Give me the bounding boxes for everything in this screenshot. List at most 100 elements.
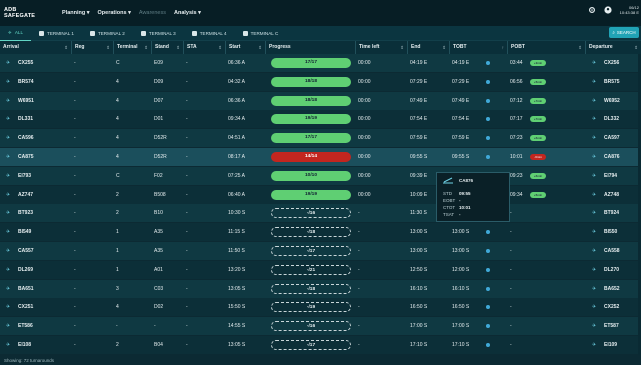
table-row[interactable]: ✈ CA596 - 4 D52R - 04:51 A 00:00 07:59 E 07:59 E 0… xyxy=(0,129,641,148)
table-row[interactable]: ✈ BA651 - 3 C03 - 13:05 S - 16:10 S 16:10 S - BA652… xyxy=(0,279,641,298)
progress-pill[interactable]: -/18 xyxy=(271,227,351,238)
col-pobt[interactable]: POBT ⇕ xyxy=(508,41,586,54)
table-row[interactable]: ✈ CA875 - 4 D52R - 08:17 A 00:00 09:55 S 09:55 S 1… xyxy=(0,148,641,166)
progress-pill[interactable]: 14/14 xyxy=(271,152,351,162)
table-row[interactable]: ✈ ET586 - - - - 14:55 S - 17:00 S 17:00 S - ET587 ✈ -… xyxy=(0,317,641,336)
info-icon[interactable] xyxy=(486,79,490,84)
departure-plane-icon: ✈ xyxy=(592,210,597,217)
progress-pill[interactable]: -/18 xyxy=(271,283,351,294)
nav-analysis[interactable]: Analysis ▾ xyxy=(174,10,201,16)
table-row[interactable]: ✈AZ747-2B508-06:40 A00:0010:09 E10:09 E0… xyxy=(0,185,641,204)
departure-plane-icon: ✈ xyxy=(592,97,597,104)
cell-pobt: 07:23 xyxy=(510,135,523,142)
cell-sta: - xyxy=(186,285,188,292)
cell-start: 14:55 S xyxy=(228,323,246,330)
col-reg[interactable]: Reg ⇕ xyxy=(72,41,114,54)
cell-tobt: 07:54 E xyxy=(452,116,470,123)
cell-arr: ET586 xyxy=(18,323,33,330)
col-start[interactable]: Start ⇕ xyxy=(226,41,266,54)
progress-pill[interactable]: 19/19 xyxy=(271,189,351,200)
table-row[interactable]: ✈ W6951 - 4 D07 - 06:36 A 00:00 07:49 E 07:49 E 07… xyxy=(0,91,641,110)
info-icon[interactable] xyxy=(486,117,490,122)
info-icon[interactable] xyxy=(486,230,490,235)
progress-pill[interactable]: 19/19 xyxy=(271,114,351,125)
info-icon[interactable] xyxy=(486,98,490,103)
col-arrival[interactable]: Arrival ⇕ xyxy=(0,41,72,54)
progress-pill[interactable]: 18/18 xyxy=(271,95,351,106)
cell-arr: CX255 xyxy=(18,60,34,66)
nav-planning[interactable]: Planning ▾ xyxy=(62,10,90,16)
col-tobt[interactable]: TOBT ↑ xyxy=(450,41,508,54)
progress-pill[interactable]: -/19 xyxy=(271,302,351,313)
cell-pobt: 06:56 xyxy=(510,78,523,85)
tab-terminal-3[interactable]: TERMINAL 3 xyxy=(133,26,184,40)
col-sta[interactable]: STA ⇕ xyxy=(184,41,226,54)
info-icon[interactable] xyxy=(486,61,490,65)
cell-timeleft: - xyxy=(358,323,360,330)
cell-pobt: 07:12 xyxy=(510,97,523,104)
table-row[interactable]: ✈ EI108 - 2 B04 - 13:05 S - 17:10 S 17:10 S - EI109… xyxy=(0,336,641,354)
search-button[interactable]: ⌕ SEARCH xyxy=(609,27,639,38)
progress-pill[interactable]: 18/18 xyxy=(271,76,351,87)
cell-pobt: - xyxy=(510,285,512,292)
col-departure[interactable]: Departure ⇕ xyxy=(586,41,641,54)
info-icon[interactable] xyxy=(486,267,490,272)
table-row[interactable]: ✈ CX255 - C E09 - 06:36 A 00:00 04:19 E 04:19 E 03… xyxy=(0,54,641,72)
info-icon[interactable] xyxy=(486,305,490,310)
cell-term: 4 xyxy=(116,135,119,142)
gear-icon[interactable] xyxy=(588,6,596,14)
cell-timeleft: - xyxy=(358,304,360,311)
user-icon[interactable] xyxy=(604,6,612,14)
col-terminal[interactable]: Terminal ⇕ xyxy=(114,41,152,54)
progress-pill[interactable]: -/21 xyxy=(271,264,351,275)
info-icon[interactable] xyxy=(486,249,490,253)
tab-all[interactable]: ✈ ALL xyxy=(0,26,32,41)
arrival-plane-icon: ✈ xyxy=(6,248,11,254)
table-row[interactable]: ✈ CA557 - 1 A35 - 11:50 S - 13:00 S 13:00 S - CA558… xyxy=(0,242,641,260)
tab-terminal-c[interactable]: TERMINAL C xyxy=(235,26,287,40)
table-row[interactable]: ✈ BR574 - 4 D09 - 04:32 A 00:00 07:29 E 07:29 E 06… xyxy=(0,72,641,91)
cell-term: 1 xyxy=(116,266,119,273)
cell-arr: AZ747 xyxy=(18,191,34,198)
pobt-diff-badge: +5min xyxy=(530,191,546,198)
info-icon[interactable] xyxy=(486,136,490,141)
arrival-plane-icon: ✈ xyxy=(6,266,11,273)
progress-pill[interactable]: -/16 xyxy=(271,208,351,219)
progress-pill[interactable]: 10/10 xyxy=(271,170,351,181)
tab-terminal-4[interactable]: TERMINAL 4 xyxy=(184,26,235,40)
progress-pill[interactable]: -/16 xyxy=(271,321,351,332)
progress-pill[interactable]: -/17 xyxy=(271,246,351,256)
info-icon[interactable] xyxy=(486,343,490,347)
col-end[interactable]: End ⇕ xyxy=(408,41,450,54)
table-row[interactable]: ✈EI793-CF02-07:25 A00:0009:39 E09:39 E09… xyxy=(0,166,641,185)
cell-reg: - xyxy=(74,154,76,160)
cell-tobt: 07:29 E xyxy=(452,78,470,85)
progress-pill[interactable]: -/17 xyxy=(271,340,351,350)
cell-start: 04:32 A xyxy=(228,78,245,85)
nav-awareness[interactable]: Awareness xyxy=(139,10,166,16)
tab-terminal-2[interactable]: TERMINAL 2 xyxy=(82,26,133,40)
table-row[interactable]: ✈ CX251 - 4 D02 - 15:50 S - 16:50 S 16:50 S - CX252… xyxy=(0,298,641,317)
table-row[interactable]: ✈ DL331 - 4 D01 - 09:34 A 00:00 07:54 E 07:54 E 07… xyxy=(0,110,641,129)
cell-start: 04:51 A xyxy=(228,135,245,142)
cell-term: 1 xyxy=(116,248,119,254)
table-row[interactable]: ✈BT923-2B10-10:30 S-11:30 S11:30 S-BT924… xyxy=(0,204,641,223)
brand-logo[interactable]: ADB SAFEGATE xyxy=(4,7,50,19)
info-icon[interactable] xyxy=(486,324,490,329)
nav-operations[interactable]: Operations ▾ xyxy=(98,10,131,16)
cell-dep: W6952 xyxy=(604,97,620,104)
table-row[interactable]: ✈ DL269 - 1 A01 - 13:20 S - 12:50 S 12:00 S - DL270… xyxy=(0,260,641,279)
table-row[interactable]: ✈ BI549 - 1 A35 - 11:15 S - 13:00 S 13:00 S - BI550… xyxy=(0,223,641,242)
col-stand[interactable]: Stand ⇕ xyxy=(152,41,184,54)
info-icon[interactable] xyxy=(486,286,490,291)
cell-sta: - xyxy=(186,172,188,179)
progress-pill[interactable]: 17/17 xyxy=(271,58,351,68)
pobt-diff-badge: +6min xyxy=(530,172,546,179)
tab-terminal-1[interactable]: TERMINAL 1 xyxy=(31,26,82,40)
cell-stand: B10 xyxy=(154,210,163,217)
progress-pill[interactable]: 17/17 xyxy=(271,133,351,144)
info-icon[interactable] xyxy=(486,155,490,159)
col-progress[interactable]: Progress xyxy=(266,41,356,54)
cell-stand: B04 xyxy=(154,342,163,348)
col-time-left[interactable]: Time left ⇕ xyxy=(356,41,408,54)
